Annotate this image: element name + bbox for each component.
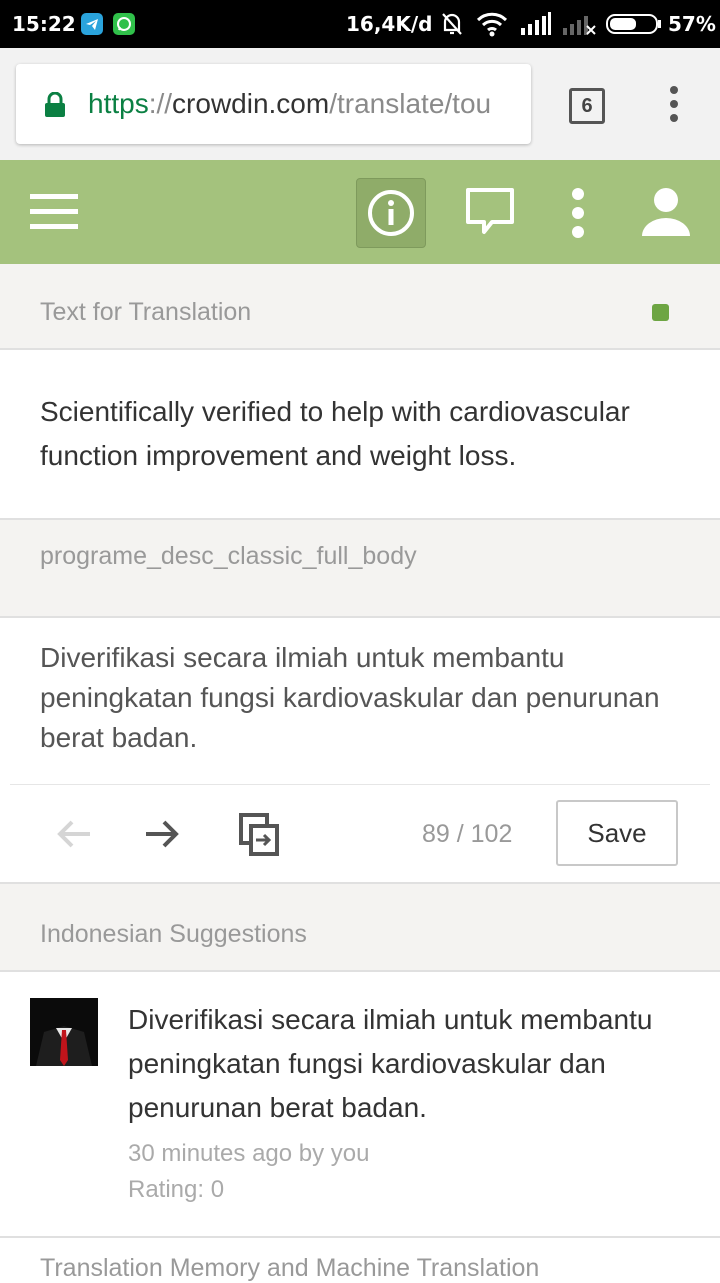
info-icon (368, 190, 414, 236)
divider (10, 784, 710, 785)
wifi-icon (476, 11, 508, 42)
lock-icon (44, 91, 66, 123)
url-scheme: https (88, 88, 149, 119)
status-indicator (652, 304, 669, 321)
suggestion-text[interactable]: Diverifikasi secara ilmiah untuk membant… (128, 998, 708, 1130)
url-path: /translate/tou (329, 88, 492, 119)
source-text: Scientifically verified to help with car… (40, 396, 630, 471)
no-signal-icon (562, 12, 596, 41)
status-time: 15:22 (12, 12, 76, 36)
whatsapp-icon (113, 13, 135, 35)
copy-source-icon[interactable] (238, 812, 282, 863)
string-key: programe_desc_classic_full_body (40, 542, 417, 570)
browser-toolbar: https://crowdin.com/translate/tou 6 (0, 48, 720, 160)
more-vert-icon[interactable] (566, 188, 590, 243)
address-bar[interactable]: https://crowdin.com/translate/tou (16, 64, 531, 144)
telegram-icon (81, 13, 103, 35)
browser-menu-icon[interactable] (665, 86, 683, 127)
menu-icon[interactable] (30, 194, 78, 235)
battery-percent: 57% (668, 12, 716, 36)
network-speed: 16,4K/d (346, 12, 433, 36)
url-domain: crowdin.com (172, 88, 330, 119)
source-header-label: Text for Translation (40, 298, 252, 326)
string-key-row: programe_desc_classic_full_body (0, 518, 720, 618)
signal-icon (520, 12, 552, 41)
user-icon[interactable] (640, 186, 692, 243)
status-bar: 15:22 16,4K/d 57% (0, 0, 720, 48)
comment-icon[interactable] (464, 186, 516, 243)
next-arrow-icon[interactable] (142, 814, 182, 859)
url-text[interactable]: https://crowdin.com/translate/tou (88, 88, 518, 120)
suggestion-rating: Rating: 0 (128, 1176, 225, 1203)
suggestion-meta: 30 minutes ago by you (128, 1140, 370, 1167)
save-button[interactable]: Save (556, 800, 678, 866)
suggestions-section-header: Indonesian Suggestions (0, 882, 720, 972)
battery-icon (606, 14, 662, 39)
previous-arrow-icon[interactable] (54, 814, 94, 859)
divider (0, 1236, 720, 1238)
app-header (0, 160, 720, 264)
suggestions-header-label: Indonesian Suggestions (40, 920, 307, 948)
tab-switcher-button[interactable]: 6 (569, 88, 605, 124)
avatar (30, 998, 98, 1066)
tm-section-header: Translation Memory and Machine Translati… (40, 1254, 540, 1282)
translation-input[interactable]: Diverifikasi secara ilmiah untuk membant… (40, 638, 690, 758)
bell-off-icon (440, 11, 464, 42)
string-counter: 89 / 102 (422, 820, 513, 848)
url-separator: :// (148, 88, 173, 119)
source-section-header: Text for Translation (0, 264, 720, 350)
info-button[interactable] (356, 178, 426, 248)
